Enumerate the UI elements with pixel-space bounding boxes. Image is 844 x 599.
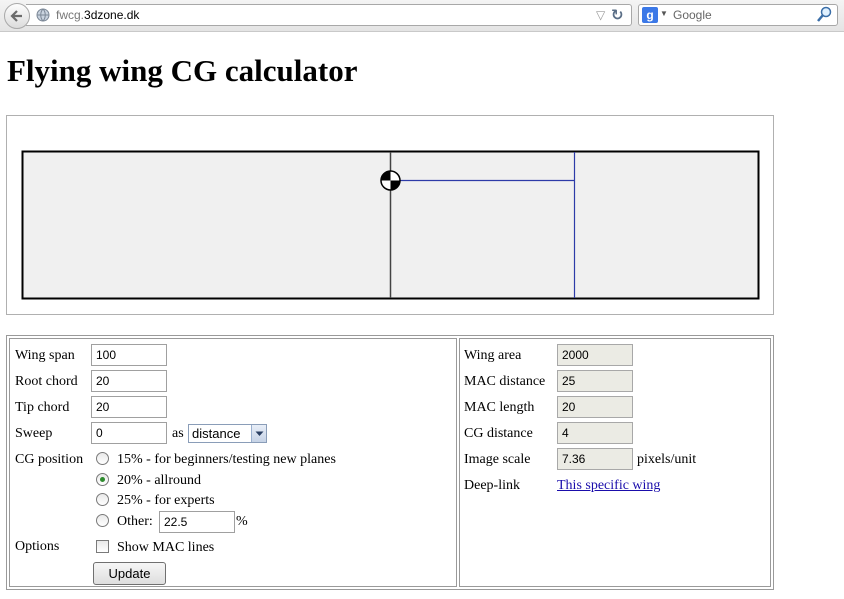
tip-chord-label: Tip chord (15, 400, 70, 415)
cg-distance-output: 4 (557, 422, 633, 444)
options-label: Options (15, 539, 60, 554)
deep-link[interactable]: This specific wing (557, 478, 660, 494)
sweep-as-label: as (172, 426, 184, 441)
sweep-mode-value: distance (192, 426, 241, 441)
chevron-down-icon[interactable] (251, 425, 266, 442)
page-title: Flying wing CG calculator (7, 53, 358, 88)
wing-diagram (6, 115, 774, 315)
wing-span-label: Wing span (15, 348, 75, 363)
mac-length-output: 20 (557, 396, 633, 418)
wing-span-input[interactable]: 100 (91, 344, 167, 366)
google-logo-icon[interactable]: g (642, 7, 658, 23)
url-bar[interactable]: fwcg.3dzone.dk ▽ ↻ (26, 4, 632, 26)
bookmark-arrow-icon[interactable]: ▽ (596, 8, 605, 22)
url-text: fwcg.3dzone.dk (56, 8, 140, 22)
sweep-input[interactable]: 0 (91, 422, 167, 444)
cg-distance-label: CG distance (464, 426, 533, 441)
wing-area-label: Wing area (464, 348, 522, 363)
cg-option-other-label: Other: (117, 514, 153, 529)
percent-symbol: % (236, 514, 248, 529)
engine-dropdown-icon[interactable]: ▼ (660, 9, 668, 18)
image-scale-unit: pixels/unit (637, 452, 697, 467)
tip-chord-input[interactable]: 20 (91, 396, 167, 418)
sweep-label: Sweep (15, 426, 53, 441)
show-mac-checkbox[interactable] (96, 540, 109, 553)
back-button[interactable] (4, 3, 30, 29)
cg-radio-20[interactable] (96, 473, 109, 486)
mac-distance-output: 25 (557, 370, 633, 392)
cg-other-input[interactable]: 22.5 (159, 511, 235, 533)
back-arrow-icon (10, 10, 22, 22)
cg-option-15-label: 15% - for beginners/testing new planes (117, 452, 336, 467)
results-panel: Wing area 2000 MAC distance 25 MAC lengt… (459, 338, 771, 587)
cg-radio-other[interactable] (96, 514, 109, 527)
search-placeholder: Google (673, 8, 712, 22)
show-mac-label: Show MAC lines (117, 540, 215, 555)
cg-radio-15[interactable] (96, 452, 109, 465)
globe-icon (36, 8, 50, 25)
mac-length-label: MAC length (464, 400, 535, 415)
cg-marker-icon (380, 170, 401, 191)
root-chord-input[interactable]: 20 (91, 370, 167, 392)
root-chord-label: Root chord (15, 374, 78, 389)
deep-link-label: Deep-link (464, 478, 520, 493)
cg-position-label: CG position (15, 452, 84, 467)
calculator-form: Wing span 100 Root chord 20 Tip chord 20… (6, 335, 774, 590)
reload-icon[interactable]: ↻ (611, 6, 624, 24)
mac-distance-label: MAC distance (464, 374, 546, 389)
update-button[interactable]: Update (93, 562, 166, 585)
cg-option-25-label: 25% - for experts (117, 493, 215, 508)
wing-area-output: 2000 (557, 344, 633, 366)
search-icon[interactable] (817, 6, 833, 27)
cg-radio-25[interactable] (96, 493, 109, 506)
cg-option-20-label: 20% - allround (117, 473, 201, 488)
browser-toolbar: fwcg.3dzone.dk ▽ ↻ g ▼ Google (0, 0, 844, 32)
search-bar[interactable]: g ▼ Google (638, 4, 838, 26)
sweep-mode-select[interactable]: distance (188, 424, 267, 443)
image-scale-output: 7.36 (557, 448, 633, 470)
input-panel: Wing span 100 Root chord 20 Tip chord 20… (9, 338, 457, 587)
image-scale-label: Image scale (464, 452, 531, 467)
